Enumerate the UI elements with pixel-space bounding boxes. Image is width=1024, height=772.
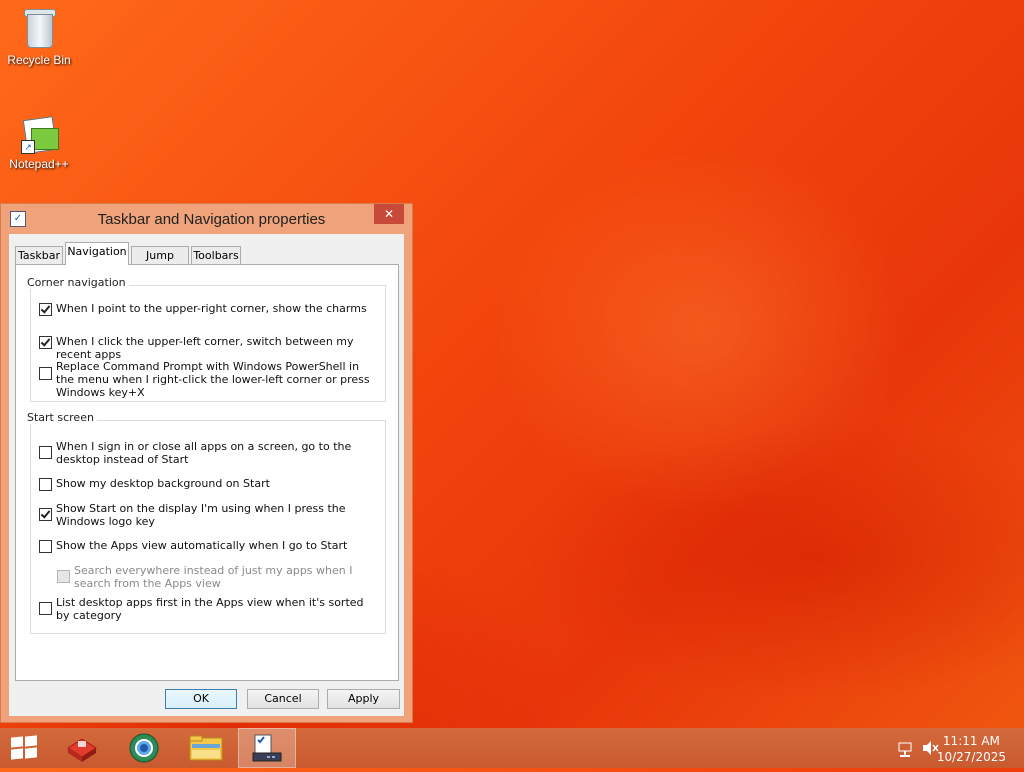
option-replace-command-prompt[interactable]: Replace Command Prompt with Windows Powe… <box>39 360 376 399</box>
checkbox[interactable] <box>39 336 52 349</box>
desktop-icon-notepad-plus-plus[interactable]: ↗ Notepad++ <box>4 110 74 171</box>
option-label: When I click the upper-left corner, swit… <box>56 335 354 361</box>
taskbar-app-1[interactable] <box>54 728 110 768</box>
title-bar[interactable]: ✓ Taskbar and Navigation properties ✕ <box>1 204 412 234</box>
desktop-icon-recycle-bin[interactable]: Recycle Bin <box>4 6 74 67</box>
system-clock[interactable]: 11:11 AM 10/27/2025 <box>937 733 1006 765</box>
tab-taskbar[interactable]: Taskbar <box>15 246 63 264</box>
dialog-title: Taskbar and Navigation properties <box>97 211 326 228</box>
taskbar-properties-window[interactable] <box>238 728 296 768</box>
dialog-client: Taskbar Navigation Jump Lists Toolbars C… <box>9 234 404 716</box>
checkbox[interactable] <box>39 478 52 491</box>
start-button[interactable] <box>0 728 48 768</box>
option-label: Show Start on the display I'm using when… <box>56 502 346 528</box>
folder-icon <box>189 735 223 761</box>
recycle-bin-icon <box>19 6 59 50</box>
option-show-start-on-display[interactable]: Show Start on the display I'm using when… <box>39 502 376 528</box>
option-show-charms[interactable]: When I point to the upper-right corner, … <box>39 302 376 316</box>
desktop-icon-label: Recycle Bin <box>7 53 71 67</box>
tab-navigation[interactable]: Navigation <box>65 242 129 265</box>
corner-navigation-group: Corner navigation When I point to the up… <box>24 276 386 402</box>
cancel-button[interactable]: Cancel <box>247 689 319 709</box>
navigation-tab-panel: Corner navigation When I point to the up… <box>15 264 399 681</box>
checkbox <box>57 570 70 583</box>
apply-button[interactable]: Apply <box>327 689 400 709</box>
windows-logo-icon <box>11 735 37 760</box>
checkbox[interactable] <box>39 602 52 615</box>
option-label: When I point to the upper-right corner, … <box>56 302 367 315</box>
option-label: When I sign in or close all apps on a sc… <box>56 440 352 466</box>
clock-time: 11:11 AM <box>942 734 1000 748</box>
option-label: Search everywhere instead of just my app… <box>74 564 353 590</box>
checkbox[interactable] <box>39 367 52 380</box>
option-list-desktop-apps-first[interactable]: List desktop apps first in the Apps view… <box>39 596 376 622</box>
start-screen-group: Start screen When I sign in or close all… <box>24 411 386 634</box>
checkbox[interactable] <box>39 446 52 459</box>
option-apps-view-automatically[interactable]: Show the Apps view automatically when I … <box>39 539 376 553</box>
app-cube-icon <box>67 738 97 762</box>
ok-button[interactable]: OK <box>165 689 237 709</box>
checkbox[interactable] <box>39 540 52 553</box>
option-desktop-background[interactable]: Show my desktop background on Start <box>39 477 376 491</box>
checkbox[interactable] <box>39 508 52 521</box>
group-label: Corner navigation <box>24 276 129 289</box>
taskbar-properties-icon <box>252 734 282 762</box>
tab-toolbars[interactable]: Toolbars <box>191 246 241 264</box>
close-button[interactable]: ✕ <box>374 204 404 224</box>
option-switch-recent-apps[interactable]: When I click the upper-left corner, swit… <box>39 335 376 361</box>
option-label: Show my desktop background on Start <box>56 477 270 490</box>
group-label: Start screen <box>24 411 97 424</box>
taskbar-file-explorer[interactable] <box>178 728 234 768</box>
browser-globe-icon <box>129 733 159 763</box>
checkbox[interactable] <box>39 303 52 316</box>
taskbar-browser[interactable] <box>116 728 172 768</box>
notepad-plus-plus-icon: ↗ <box>19 110 59 154</box>
tab-jump-lists[interactable]: Jump Lists <box>131 246 189 280</box>
network-icon[interactable] <box>896 728 916 768</box>
taskbar: 11:11 AM 10/27/2025 <box>0 728 1024 768</box>
taskbar-navigation-properties-dialog: ✓ Taskbar and Navigation properties ✕ Ta… <box>0 203 413 723</box>
clock-date: 10/27/2025 <box>936 750 1006 764</box>
desktop-icon-label: Notepad++ <box>9 157 69 171</box>
option-label: List desktop apps first in the Apps view… <box>56 596 364 622</box>
option-label: Show the Apps view automatically when I … <box>56 539 348 552</box>
option-label: Replace Command Prompt with Windows Powe… <box>56 360 370 399</box>
option-go-to-desktop[interactable]: When I sign in or close all apps on a sc… <box>39 440 376 466</box>
option-search-everywhere: Search everywhere instead of just my app… <box>57 564 364 590</box>
